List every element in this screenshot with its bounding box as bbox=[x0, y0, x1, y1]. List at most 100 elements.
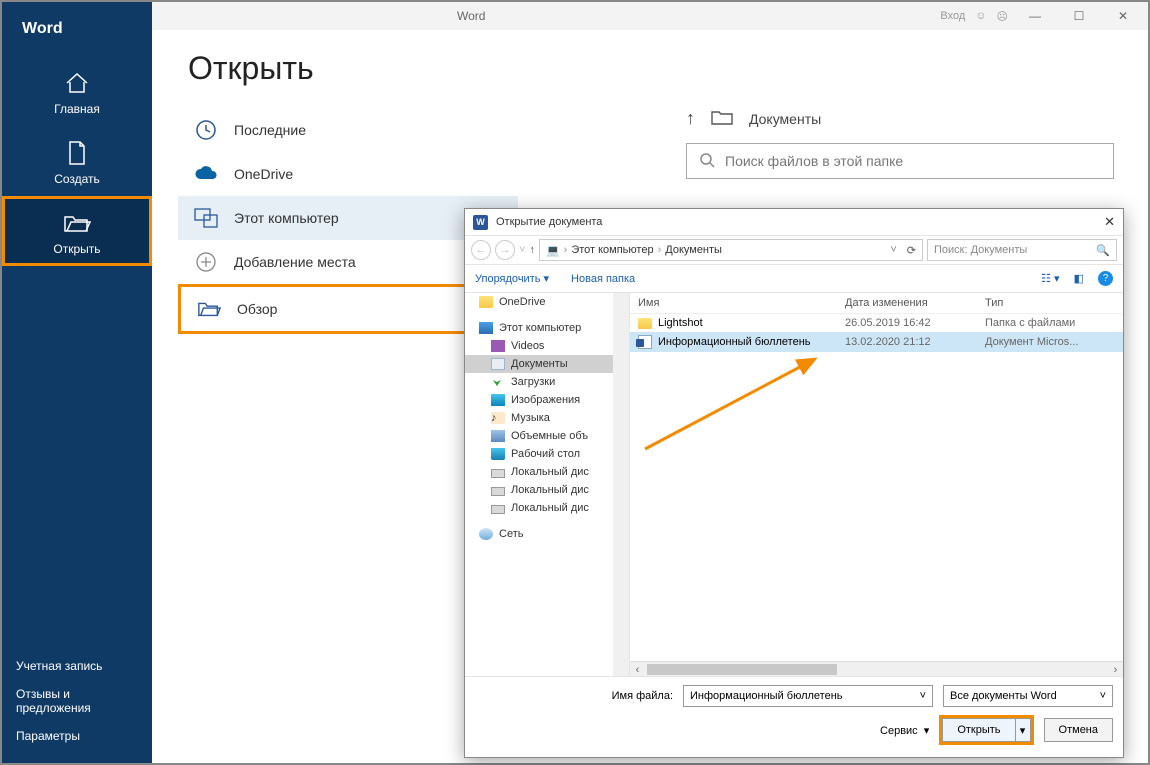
tree-desktop[interactable]: Рабочий стол bbox=[465, 445, 629, 463]
source-addplace-label: Добавление места bbox=[234, 254, 356, 270]
view-options-button[interactable]: ☷ ▾ bbox=[1041, 272, 1059, 285]
page-title: Открыть bbox=[152, 30, 1148, 105]
video-icon bbox=[491, 340, 505, 352]
home-icon bbox=[63, 70, 91, 96]
chevron-down-icon[interactable]: ˅ bbox=[920, 690, 926, 702]
tree-pictures[interactable]: Изображения bbox=[465, 391, 629, 409]
path-folder[interactable]: Документы bbox=[665, 244, 722, 256]
file-row[interactable]: Информационный бюллетень 13.02.2020 21:1… bbox=[630, 332, 1123, 352]
nav-account[interactable]: Учетная запись bbox=[16, 659, 138, 673]
tree-network[interactable]: Сеть bbox=[465, 525, 629, 543]
backstage-nav: Word Главная Создать Открыть Учетная зап… bbox=[2, 2, 152, 763]
file-columns[interactable]: Имя Дата изменения Тип bbox=[630, 293, 1123, 314]
dialog-search-placeholder: Поиск: Документы bbox=[934, 244, 1027, 256]
tree-documents[interactable]: Документы bbox=[465, 355, 629, 373]
address-bar[interactable]: 💻 › Этот компьютер › Документы ˅ ⟳ bbox=[539, 239, 923, 261]
file-filter-select[interactable]: Все документы Word˅ bbox=[943, 685, 1113, 707]
tree-disk-1[interactable]: Локальный дис bbox=[465, 463, 629, 481]
computer-icon bbox=[194, 206, 218, 230]
service-menu[interactable]: Сервис ▾ bbox=[880, 724, 929, 737]
open-button[interactable]: Открыть ▾ bbox=[942, 718, 1030, 742]
folder-tree[interactable]: OneDrive Этот компьютер Videos Документы… bbox=[465, 293, 630, 676]
dialog-close-button[interactable]: ✕ bbox=[1104, 214, 1115, 230]
breadcrumb-label[interactable]: Документы bbox=[749, 111, 821, 127]
disk-icon bbox=[491, 469, 505, 478]
tree-music[interactable]: ♪Музыка bbox=[465, 409, 629, 427]
nav-new[interactable]: Создать bbox=[2, 126, 152, 196]
pc-small-icon: 💻 bbox=[546, 244, 560, 257]
source-thispc-label: Этот компьютер bbox=[234, 210, 339, 226]
download-icon bbox=[491, 376, 505, 388]
docx-icon bbox=[638, 335, 652, 349]
source-recent[interactable]: Последние bbox=[178, 108, 518, 152]
nav-up-button[interactable]: ↑ bbox=[529, 244, 535, 256]
folder-search[interactable]: Поиск файлов в этой папке bbox=[686, 143, 1114, 179]
scroll-right-icon[interactable]: › bbox=[1108, 662, 1123, 677]
add-place-icon bbox=[194, 250, 218, 274]
source-onedrive[interactable]: OneDrive bbox=[178, 152, 518, 196]
file-row[interactable]: Lightshot 26.05.2019 16:42 Папка с файла… bbox=[630, 314, 1123, 332]
tree-scrollbar[interactable] bbox=[613, 293, 629, 676]
close-button[interactable]: ✕ bbox=[1106, 2, 1140, 30]
nav-options[interactable]: Параметры bbox=[16, 729, 138, 743]
dialog-search[interactable]: Поиск: Документы 🔍 bbox=[927, 239, 1117, 261]
refresh-icon[interactable]: ⟳ bbox=[907, 244, 916, 257]
maximize-button[interactable]: ☐ bbox=[1062, 2, 1096, 30]
nav-back-button[interactable]: ← bbox=[471, 240, 491, 260]
chevron-down-icon[interactable]: ˅ bbox=[1100, 690, 1106, 702]
brand: Word bbox=[2, 2, 152, 56]
up-arrow-icon[interactable]: ↑ bbox=[686, 108, 695, 129]
cloud-icon bbox=[479, 296, 493, 308]
filename-label: Имя файла: bbox=[612, 690, 673, 702]
nav-feedback[interactable]: Отзывы и предложения bbox=[16, 687, 138, 715]
source-recent-label: Последние bbox=[234, 122, 306, 138]
filename-input[interactable]: Информационный бюллетень˅ bbox=[683, 685, 933, 707]
login-label[interactable]: Вход bbox=[940, 10, 965, 22]
tree-onedrive[interactable]: OneDrive bbox=[465, 293, 629, 311]
folder-icon bbox=[638, 318, 652, 329]
folder-icon bbox=[711, 109, 733, 128]
nav-home[interactable]: Главная bbox=[2, 56, 152, 126]
nav-open[interactable]: Открыть bbox=[2, 196, 152, 266]
help-icon[interactable]: ? bbox=[1098, 271, 1113, 286]
nav-forward-button[interactable]: → bbox=[495, 240, 515, 260]
tree-disk-2[interactable]: Локальный дис bbox=[465, 481, 629, 499]
horizontal-scrollbar[interactable]: ‹ › bbox=[630, 661, 1123, 676]
tree-thispc[interactable]: Этот компьютер bbox=[465, 319, 629, 337]
source-browse-label: Обзор bbox=[237, 301, 277, 317]
col-type[interactable]: Тип bbox=[985, 297, 1115, 309]
new-folder-button[interactable]: Новая папка bbox=[571, 273, 635, 285]
folder-open-icon bbox=[63, 210, 91, 236]
col-modified[interactable]: Дата изменения bbox=[845, 297, 985, 309]
face-sad-icon[interactable]: ☹ bbox=[997, 10, 1008, 23]
document-icon bbox=[63, 140, 91, 166]
tree-videos[interactable]: Videos bbox=[465, 337, 629, 355]
nav-new-label: Создать bbox=[54, 172, 100, 186]
titlebar: Word Вход ☺ ☹ — ☐ ✕ bbox=[2, 2, 1148, 30]
disk-icon bbox=[491, 505, 505, 514]
col-name[interactable]: Имя bbox=[638, 297, 845, 309]
network-icon bbox=[479, 528, 493, 540]
organize-menu[interactable]: Упорядочить ▾ bbox=[475, 272, 549, 285]
tree-disk-3[interactable]: Локальный дис bbox=[465, 499, 629, 517]
path-dropdown-icon[interactable]: ˅ bbox=[890, 244, 896, 256]
source-onedrive-label: OneDrive bbox=[234, 166, 293, 182]
face-neutral-icon[interactable]: ☺ bbox=[975, 10, 986, 22]
word-badge-icon: W bbox=[473, 215, 488, 230]
scroll-left-icon[interactable]: ‹ bbox=[630, 662, 645, 677]
open-dropdown-icon[interactable]: ▾ bbox=[1015, 718, 1031, 742]
cancel-button[interactable]: Отмена bbox=[1044, 718, 1113, 742]
chevron-down-icon[interactable]: ˅ bbox=[519, 244, 525, 256]
preview-pane-button[interactable]: ◧ bbox=[1074, 272, 1084, 285]
tree-3dobjects[interactable]: Объемные объ bbox=[465, 427, 629, 445]
file-list: Имя Дата изменения Тип Lightshot 26.05.2… bbox=[630, 293, 1123, 676]
nav-open-label: Открыть bbox=[53, 242, 100, 256]
cube-icon bbox=[491, 430, 505, 442]
desktop-icon bbox=[491, 448, 505, 460]
search-icon bbox=[699, 152, 715, 171]
tree-downloads[interactable]: Загрузки bbox=[465, 373, 629, 391]
disk-icon bbox=[491, 487, 505, 496]
minimize-button[interactable]: — bbox=[1018, 2, 1052, 30]
path-root[interactable]: Этот компьютер bbox=[571, 244, 653, 256]
nav-home-label: Главная bbox=[54, 102, 100, 116]
